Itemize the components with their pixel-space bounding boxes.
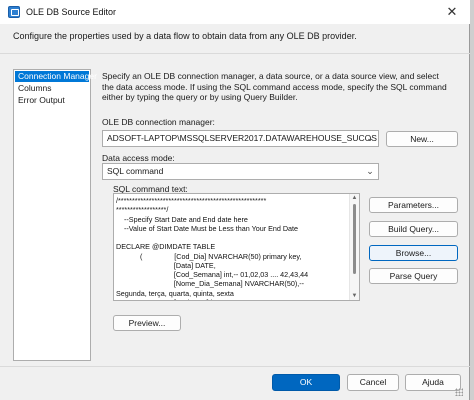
background-window-edge [470,0,474,400]
build-query-button[interactable]: Build Query... [369,221,458,237]
sql-command-text: /***************************************… [116,196,348,300]
footer-divider [0,366,470,367]
connection-manager-select[interactable]: ADSOFT-LAPTOP\MSSQLSERVER2017.DATAWAREHO… [102,130,379,147]
sql-line: [Cod_Semana] int,-- 01,02,03 .... 42,43,… [116,270,309,279]
sql-line: Segunda, terça, quarta, quinta, sexta [116,288,234,298]
ole-db-source-editor-dialog: OLE DB Source Editor ✕ Configure the pro… [0,0,470,400]
browse-button[interactable]: Browse... [369,245,458,261]
parse-query-button[interactable]: Parse Query [369,268,458,284]
sql-line: DECLARE @DIMDATE TABLE [116,242,216,252]
page-item-columns[interactable]: Columns [15,83,89,94]
preview-button[interactable]: Preview... [113,315,181,331]
data-access-mode-label: Data access mode: [102,153,175,163]
new-connection-button[interactable]: New... [386,131,458,147]
sql-line: --Value of Start Date Must be Less than … [116,223,299,233]
sql-line: /***************************************… [116,196,267,205]
sql-line: --Specify Start Date and End date here [116,214,248,224]
header-divider [0,53,470,54]
close-icon[interactable]: ✕ [444,4,460,20]
sql-line: ( [Cod_Dia] NVARCHAR(50) primary key, [116,251,302,261]
cancel-button[interactable]: Cancel [347,374,399,391]
page-item-error-output[interactable]: Error Output [15,95,89,106]
instructions-text: Specify an OLE DB connection manager, a … [102,71,447,102]
title-bar: OLE DB Source Editor ✕ [0,0,470,24]
connection-manager-value: ADSOFT-LAPTOP\MSSQLSERVER2017.DATAWAREHO… [107,133,379,143]
ole-db-source-icon [8,6,20,18]
chevron-down-icon: ⌄ [366,133,374,143]
connection-manager-label: OLE DB connection manager: [102,117,215,127]
sql-line: [Nome_Dia_Semana] NVARCHAR(50),-- [116,279,304,289]
data-access-mode-select[interactable]: SQL command ⌄ [102,163,379,180]
parameters-button[interactable]: Parameters... [369,197,458,213]
scroll-down-icon[interactable]: ▼ [350,292,359,300]
page-list: Connection Manager Columns Error Output [13,69,97,361]
dialog-description: Configure the properties used by a data … [13,31,357,41]
sql-line: ******************/ [116,205,169,215]
resize-grip-icon[interactable] [455,388,463,396]
chevron-down-icon: ⌄ [366,166,374,176]
scroll-up-icon[interactable]: ▲ [350,194,359,202]
sql-line [116,233,348,242]
scrollbar-thumb[interactable] [353,204,356,274]
page-item-connection-manager[interactable]: Connection Manager [15,71,97,82]
sql-vertical-scrollbar[interactable]: ▲ ▼ [349,194,359,300]
sql-line: [Data] DATE, [116,260,216,270]
sql-command-textarea[interactable]: /***************************************… [113,193,360,301]
help-button[interactable]: Ajuda [405,374,461,391]
sql-line: [Cod_Mes] int,-- 01,02,03 .... 11, 12 [116,298,348,300]
window-title: OLE DB Source Editor [26,7,117,17]
data-access-mode-value: SQL command [107,166,164,176]
ok-button[interactable]: OK [272,374,340,391]
